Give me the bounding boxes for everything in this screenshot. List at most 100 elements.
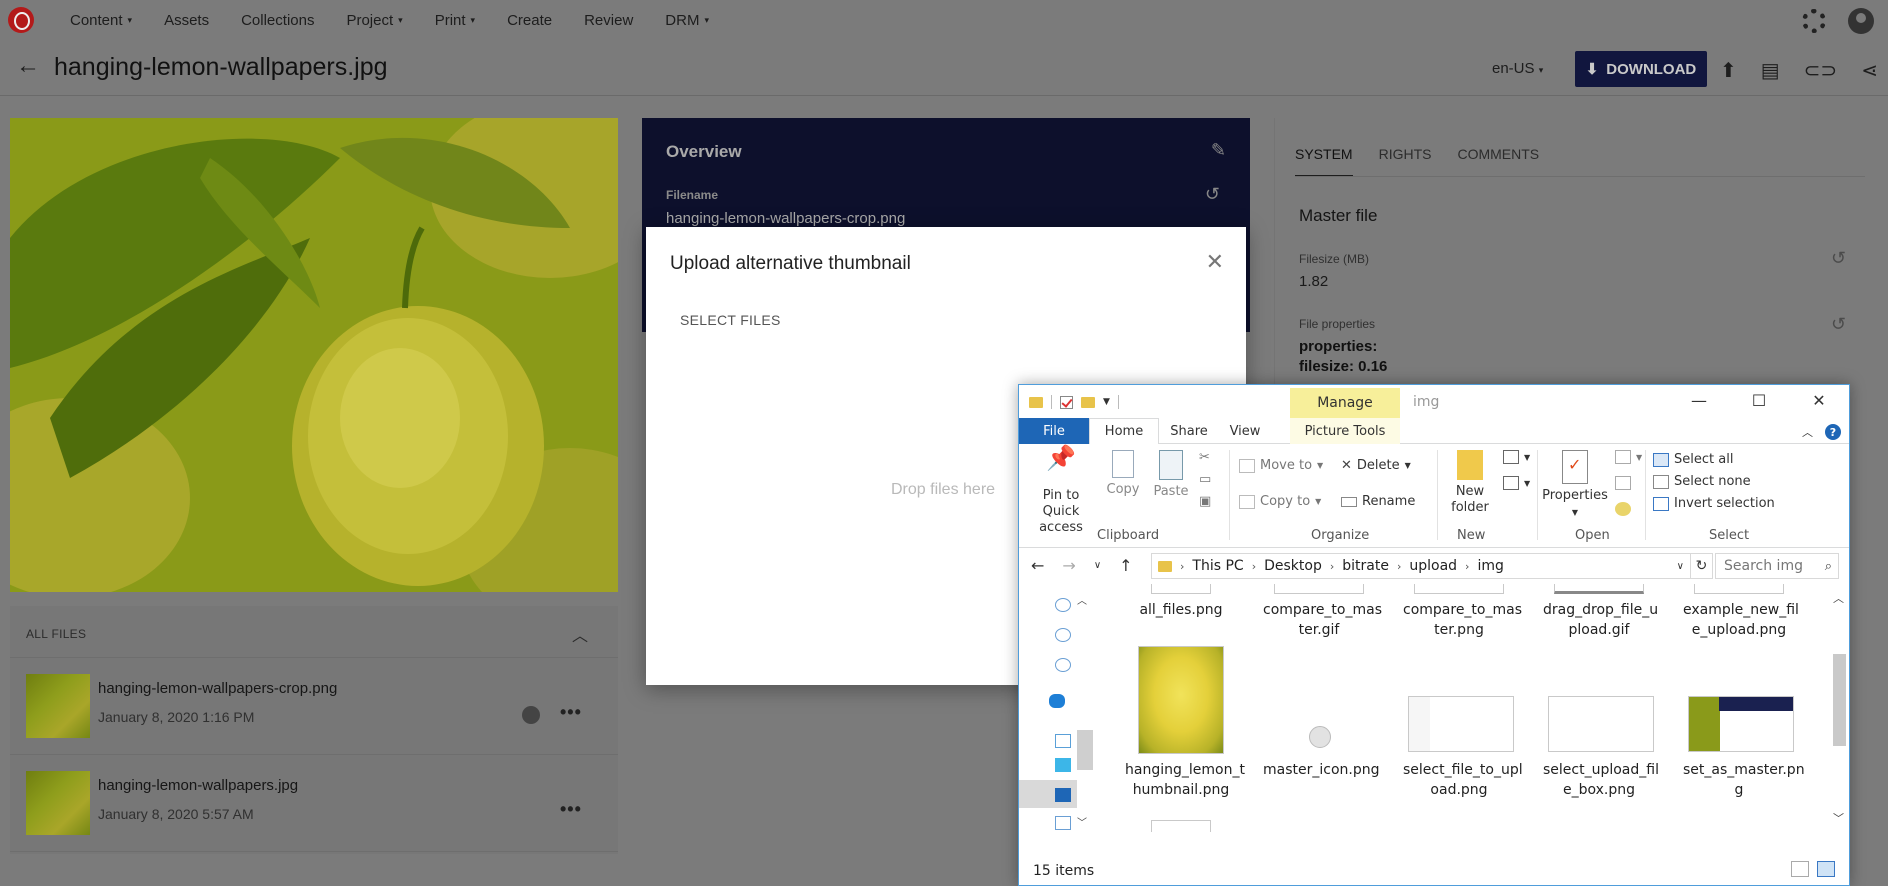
desktop-icon[interactable]	[1055, 788, 1071, 802]
pin-quick-access-button[interactable]: 📌 Pin to Quick access	[1025, 446, 1097, 536]
documents-icon[interactable]	[1055, 816, 1071, 830]
nav-item-drm[interactable]: DRM ▾	[665, 12, 709, 29]
nav-scrollbar-thumb[interactable]	[1077, 730, 1093, 770]
history-icon[interactable]: ↺	[1831, 248, 1846, 269]
content-scrollbar[interactable]: ︿ ﹀	[1829, 584, 1849, 832]
nav-item-review[interactable]: Review	[584, 12, 633, 29]
large-icons-view-icon[interactable]	[1817, 861, 1835, 877]
chevron-up-icon[interactable]: ︿	[572, 622, 588, 646]
address-bar[interactable]: › This PC › Desktop › bitrate › upload › img …	[1151, 553, 1691, 579]
nav-scroll-up-icon[interactable]: ︿	[1077, 592, 1087, 607]
master-crown-icon[interactable]	[522, 706, 540, 724]
select-files-button[interactable]: SELECT FILES	[680, 312, 781, 328]
file-item[interactable]: all_files.png	[1125, 584, 1237, 620]
tab-comments[interactable]: COMMENTS	[1457, 146, 1539, 177]
quick-access-icon[interactable]	[1055, 628, 1071, 642]
collapse-ribbon-icon[interactable]: ︿	[1802, 424, 1813, 440]
user-avatar-icon[interactable]	[1848, 8, 1874, 34]
locale-selector[interactable]: en-US ▾	[1492, 60, 1543, 77]
breadcrumb-upload[interactable]: upload	[1409, 558, 1457, 574]
file-item[interactable]: master_icon.png	[1263, 646, 1380, 780]
search-input[interactable]: Search img ⌕	[1715, 553, 1839, 579]
tab-file[interactable]: File	[1019, 418, 1089, 444]
new-item-icon[interactable]: ▼	[1503, 450, 1530, 464]
scroll-down-icon[interactable]: ﹀	[1833, 810, 1844, 826]
nav-item-content[interactable]: Content ▾	[70, 12, 132, 29]
select-all-button[interactable]: Select all	[1653, 452, 1733, 467]
nav-scroll-down-icon[interactable]: ﹀	[1077, 814, 1087, 829]
select-none-button[interactable]: Select none	[1653, 474, 1751, 489]
nav-item-project[interactable]: Project ▾	[346, 12, 402, 29]
open-icon[interactable]: ▼	[1615, 450, 1642, 464]
download-button[interactable]: ⬇ DOWNLOAD	[1575, 51, 1707, 87]
rename-button[interactable]: Rename	[1341, 494, 1415, 509]
breadcrumb-img[interactable]: img	[1477, 558, 1503, 574]
more-options-icon[interactable]: •••	[560, 799, 582, 820]
file-row[interactable]: hanging-lemon-wallpapers.jpg January 8, …	[10, 755, 618, 852]
file-item[interactable]: select_file_to_upl oad.png	[1403, 646, 1523, 800]
all-files-header[interactable]: ALL FILES ︿	[10, 606, 618, 658]
app-logo-icon[interactable]	[8, 7, 34, 33]
quick-access-icon[interactable]	[1055, 658, 1071, 672]
file-item[interactable]	[1125, 820, 1237, 832]
properties-check-icon[interactable]	[1060, 395, 1073, 409]
back-arrow-icon[interactable]: ←	[1031, 556, 1044, 575]
tab-share[interactable]: Share	[1161, 418, 1217, 444]
more-options-icon[interactable]: •••	[560, 702, 582, 723]
tab-picture-tools[interactable]: Picture Tools	[1290, 418, 1400, 444]
tab-home[interactable]: Home	[1089, 418, 1159, 445]
copy-path-icon[interactable]: ▭	[1199, 472, 1211, 487]
recent-locations-icon[interactable]: ∨	[1094, 556, 1101, 575]
file-item[interactable]: drag_drop_file_u pload.gif	[1543, 584, 1658, 640]
edit-icon[interactable]	[1615, 476, 1631, 490]
edit-pencil-icon[interactable]: ✎	[1211, 140, 1226, 161]
file-item[interactable]: select_upload_fil e_box.png	[1543, 646, 1659, 800]
copy-button[interactable]: Copy	[1103, 450, 1143, 498]
tab-view[interactable]: View	[1217, 418, 1273, 444]
delete-button[interactable]: ✕ Delete ▼	[1341, 458, 1411, 473]
address-dropdown-icon[interactable]: ∨	[1677, 561, 1684, 572]
3d-objects-icon[interactable]	[1055, 758, 1071, 772]
explorer-titlebar[interactable]: ▼ Manage img — ☐ ✕	[1019, 385, 1849, 418]
new-folder-button[interactable]: New folder	[1443, 450, 1497, 516]
file-item[interactable]: hanging_lemon_t humbnail.png	[1125, 646, 1245, 800]
invert-selection-button[interactable]: Invert selection	[1653, 496, 1775, 511]
help-icon[interactable]: ?	[1825, 424, 1841, 440]
nav-item-create[interactable]: Create	[507, 12, 552, 29]
file-item[interactable]: compare_to_mas ter.gif	[1263, 584, 1382, 640]
maximize-icon[interactable]: ☐	[1729, 385, 1789, 415]
history-icon[interactable]: ↺	[1205, 184, 1220, 205]
cut-icon[interactable]: ✂	[1199, 450, 1210, 465]
onedrive-icon[interactable]	[1049, 694, 1065, 708]
breadcrumb-this-pc[interactable]: This PC	[1192, 558, 1243, 574]
move-to-button[interactable]: Move to ▼	[1239, 458, 1323, 473]
upload-icon[interactable]: ⬆	[1720, 58, 1737, 83]
quick-access-icon[interactable]	[1055, 598, 1071, 612]
easy-access-icon[interactable]: ▼	[1503, 476, 1530, 490]
file-row[interactable]: hanging-lemon-wallpapers-crop.png Januar…	[10, 658, 618, 755]
share-icon[interactable]: ⋖	[1861, 58, 1878, 83]
copy-to-button[interactable]: Copy to ▼	[1239, 494, 1321, 509]
link-icon[interactable]: ⊂⊃	[1804, 58, 1838, 83]
nav-item-collections[interactable]: Collections	[241, 12, 314, 29]
file-item[interactable]: compare_to_mas ter.png	[1403, 584, 1522, 640]
properties-button[interactable]: ✓ Properties ▼	[1541, 450, 1609, 521]
file-item[interactable]: example_new_fil e_upload.png	[1683, 584, 1799, 640]
history-icon[interactable]: ↺	[1831, 314, 1846, 335]
scrollbar-thumb[interactable]	[1833, 654, 1846, 746]
tab-system[interactable]: SYSTEM	[1295, 146, 1353, 177]
nav-item-assets[interactable]: Assets	[164, 12, 209, 29]
refresh-icon[interactable]: ↻	[1691, 553, 1713, 579]
manage-context-tab[interactable]: Manage	[1290, 388, 1400, 418]
back-arrow-icon[interactable]: ←	[16, 52, 40, 80]
paste-button[interactable]: Paste	[1151, 450, 1191, 500]
scroll-up-icon[interactable]: ︿	[1833, 590, 1844, 606]
up-arrow-icon[interactable]: ↑	[1119, 556, 1132, 575]
close-icon[interactable]: ✕	[1206, 249, 1224, 275]
details-view-icon[interactable]	[1791, 861, 1809, 877]
close-window-icon[interactable]: ✕	[1789, 385, 1849, 415]
new-folder-icon[interactable]	[1081, 396, 1095, 408]
nav-item-print[interactable]: Print ▾	[435, 12, 475, 29]
breadcrumb-bitrate[interactable]: bitrate	[1342, 558, 1389, 574]
history-icon[interactable]	[1615, 502, 1631, 516]
